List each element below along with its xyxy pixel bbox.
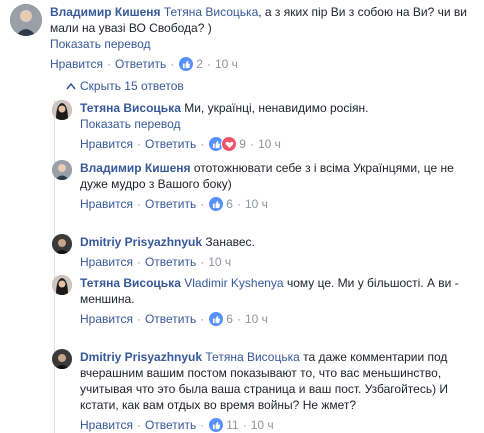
like-link[interactable]: Нравится	[80, 254, 133, 270]
love-reaction-icon	[221, 136, 238, 152]
timestamp[interactable]: 10 ч	[245, 196, 268, 212]
like-reaction-icon	[208, 196, 225, 212]
comment-author[interactable]: Тетяна Висоцька	[80, 101, 181, 115]
reactions-summary[interactable]: 9	[208, 136, 246, 152]
avatar[interactable]	[52, 349, 72, 369]
like-link[interactable]: Нравится	[80, 311, 133, 327]
comment-mention[interactable]: Тетяна Висоцька	[205, 350, 299, 364]
reply: Тетяна Висоцька Ми, українці, ненавидимо…	[52, 100, 480, 152]
like-link[interactable]: Нравится	[80, 196, 133, 212]
comment-actions: Нравится · Ответить · 11 · 10 ч	[80, 417, 274, 433]
reply-link[interactable]: Ответить	[145, 196, 196, 212]
comment-actions: Нравится · Ответить · 6 · 10 ч	[80, 311, 268, 327]
reply: Владимир Кишеня ототожнювати себе з і вс…	[52, 160, 480, 212]
like-reaction-icon	[208, 311, 225, 327]
reactions-summary[interactable]: 2	[178, 56, 203, 72]
avatar[interactable]	[10, 4, 42, 36]
reply: Тетяна Висоцька Vladimir Kyshenya чому ц…	[52, 275, 480, 327]
reactions-summary[interactable]: 6	[208, 196, 233, 212]
reply: Dmitriy Prisyazhnyuk Занавес. Нравится ·…	[52, 234, 480, 270]
comment-author[interactable]: Dmitriy Prisyazhnyuk	[80, 350, 202, 364]
timestamp[interactable]: 10 ч	[215, 56, 238, 72]
show-translation-link[interactable]: Показать перевод	[80, 116, 472, 132]
avatar[interactable]	[52, 160, 72, 180]
comment-author[interactable]: Владимир Кишеня	[50, 5, 161, 19]
like-link[interactable]: Нравится	[80, 417, 133, 433]
reply-link[interactable]: Ответить	[145, 311, 196, 327]
avatar[interactable]	[52, 100, 72, 120]
reply-link[interactable]: Ответить	[145, 417, 196, 433]
comment-actions: Нравится · Ответить · 6 · 10 ч	[80, 196, 268, 212]
comment-top: Владимир Кишеня Тетяна Висоцька, а з яки…	[10, 4, 480, 72]
like-link[interactable]: Нравится	[80, 136, 133, 152]
reactions-summary[interactable]: 11	[208, 417, 239, 433]
like-reaction-icon	[208, 417, 225, 433]
like-reaction-icon	[178, 56, 195, 72]
comment-text: Занавес.	[205, 235, 255, 249]
arrow-up-icon	[66, 79, 76, 93]
timestamp[interactable]: 10 ч	[251, 417, 274, 433]
avatar[interactable]	[52, 234, 72, 254]
reply-link[interactable]: Ответить	[145, 254, 196, 270]
comment-mention[interactable]: Vladimir Kyshenya	[184, 276, 283, 290]
comment-mention[interactable]: Тетяна Висоцька	[164, 5, 258, 19]
reaction-count: 11	[226, 418, 239, 432]
reply: Dmitriy Prisyazhnyuk Тетяна Висоцька та …	[52, 349, 480, 433]
timestamp[interactable]: 10 ч	[208, 254, 231, 270]
reaction-count: 9	[239, 137, 246, 151]
comment-actions: Нравится · Ответить · 9 · 10 ч	[80, 136, 281, 152]
reaction-count: 2	[196, 57, 203, 71]
like-link[interactable]: Нравится	[50, 56, 103, 72]
reply-link[interactable]: Ответить	[115, 56, 166, 72]
avatar[interactable]	[52, 275, 72, 295]
reaction-count: 6	[226, 197, 233, 211]
reaction-count: 6	[226, 312, 233, 326]
comment-author[interactable]: Dmitriy Prisyazhnyuk	[80, 235, 202, 249]
comment-author[interactable]: Владимир Кишеня	[80, 161, 191, 175]
reactions-summary[interactable]: 6	[208, 311, 233, 327]
comment-text: Ми, українці, ненавидимо росіян.	[184, 101, 369, 115]
reply-link[interactable]: Ответить	[145, 136, 196, 152]
show-translation-link[interactable]: Показать перевод	[50, 36, 470, 52]
comment-author[interactable]: Тетяна Висоцька	[80, 276, 181, 290]
comment-actions: Нравится · Ответить · 10 ч	[80, 254, 232, 270]
hide-replies-link[interactable]: Скрыть 15 ответов	[66, 79, 184, 93]
timestamp[interactable]: 10 ч	[258, 136, 281, 152]
timestamp[interactable]: 10 ч	[245, 311, 268, 327]
comment-actions: Нравится · Ответить · 2 · 10 ч	[50, 56, 238, 72]
